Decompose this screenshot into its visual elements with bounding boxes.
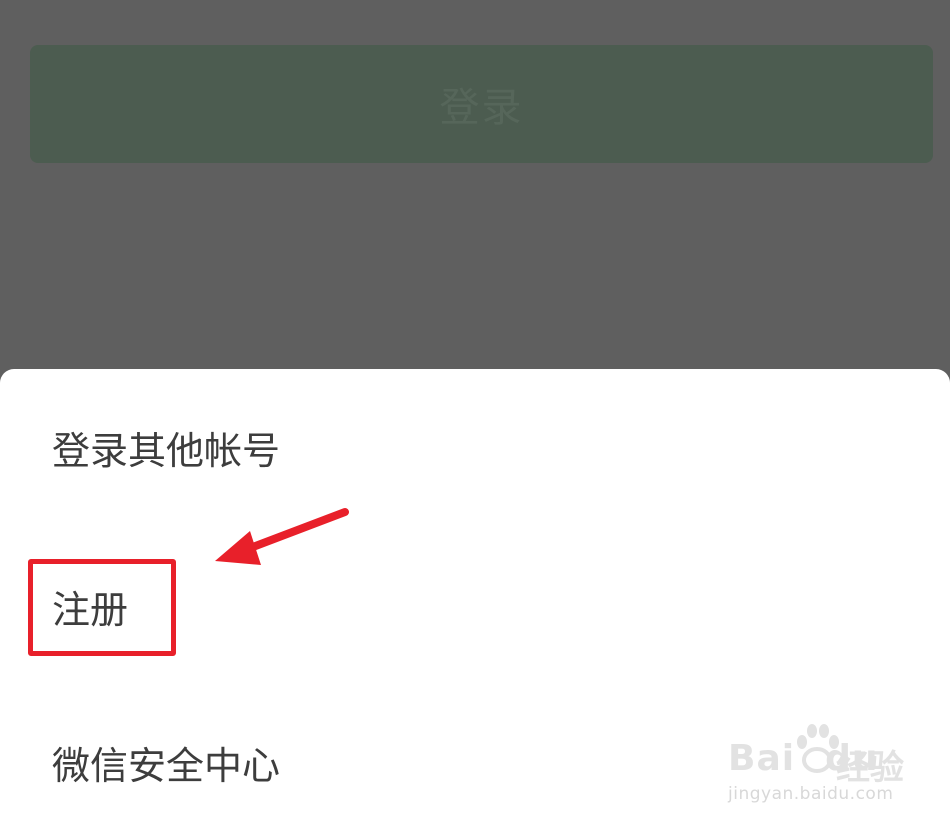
baidu-jingyan-watermark: Bai du 经验 jingyan.baidu.com: [728, 722, 918, 812]
login-button-label: 登录: [439, 85, 524, 131]
menu-item-login-other-account[interactable]: 登录其他帐号: [52, 432, 280, 470]
watermark-url: jingyan.baidu.com: [728, 784, 894, 804]
watermark-brand-cn: 经验: [836, 748, 904, 788]
menu-item-wechat-security-center[interactable]: 微信安全中心: [52, 747, 280, 785]
register-highlight-box: [28, 559, 176, 656]
login-button[interactable]: 登录: [30, 45, 933, 163]
annotation-arrow-icon: [215, 508, 349, 565]
